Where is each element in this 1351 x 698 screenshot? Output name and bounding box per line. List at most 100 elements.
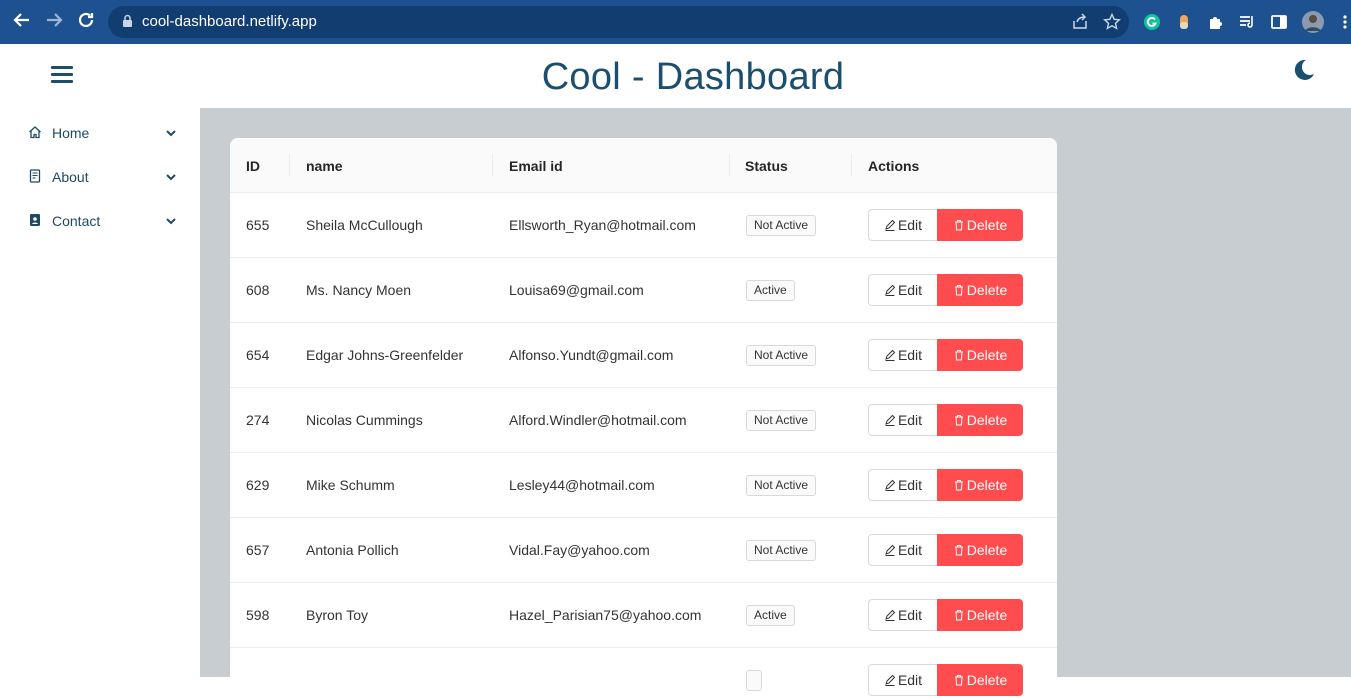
sidebar-item-about[interactable]: About xyxy=(0,154,200,198)
table-row: 629 Mike Schumm Lesley44@hotmail.com Not Ac… xyxy=(230,453,1057,518)
delete-label: Delete xyxy=(966,542,1008,558)
pencil-icon xyxy=(885,674,896,686)
chevron-down-icon xyxy=(165,214,177,226)
row-name: Mike Schumm xyxy=(306,477,395,493)
delete-button[interactable]: Delete xyxy=(937,599,1023,631)
sidebar-item-label: Contact xyxy=(52,213,101,229)
sidebar-item-contact[interactable]: Contact xyxy=(0,198,200,242)
pencil-icon xyxy=(885,609,896,621)
page-title: Cool - Dashboard xyxy=(541,56,845,98)
row-email: Alford.Windler@hotmail.com xyxy=(509,412,687,428)
browser-menu-icon[interactable] xyxy=(1335,12,1351,32)
edit-button[interactable]: Edit xyxy=(868,664,938,696)
row-id: 657 xyxy=(246,542,270,558)
delete-label: Delete xyxy=(966,672,1008,688)
status-badge: Active xyxy=(746,605,795,626)
row-id: 598 xyxy=(246,607,270,623)
delete-button[interactable]: Delete xyxy=(937,209,1023,241)
media-queue-icon[interactable] xyxy=(1237,12,1257,32)
column-divider xyxy=(729,154,730,176)
pencil-icon xyxy=(885,544,896,556)
row-name: Ms. Nancy Moen xyxy=(306,282,412,298)
profile-avatar[interactable] xyxy=(1302,11,1324,33)
table-row: 657 Antonia Pollich Vidal.Fay@yahoo.com Not… xyxy=(230,518,1057,583)
delete-button[interactable]: Delete xyxy=(937,534,1023,566)
trash-icon xyxy=(954,610,963,621)
status-badge: Not Active xyxy=(746,345,817,366)
status-badge: Not Active xyxy=(746,215,817,236)
row-email: Hazel_Parisian75@yahoo.com xyxy=(509,607,702,623)
trash-icon xyxy=(954,285,963,296)
delete-button[interactable]: Delete xyxy=(937,469,1023,501)
table-row: 274 Nicolas Cummings Alford.Windler@hotmai… xyxy=(230,388,1057,453)
column-header-name[interactable]: name xyxy=(306,158,343,174)
sidebar: Home About Contact xyxy=(0,108,200,677)
edit-button[interactable]: Edit xyxy=(868,469,938,501)
back-icon[interactable] xyxy=(12,10,32,36)
bookmark-star-icon[interactable] xyxy=(1102,12,1122,36)
browser-toolbar: cool-dashboard.netlify.app xyxy=(0,0,1351,44)
row-name: Sheila McCullough xyxy=(306,217,423,233)
delete-label: Delete xyxy=(966,347,1008,363)
edit-label: Edit xyxy=(897,282,923,298)
sidebar-item-home[interactable]: Home xyxy=(0,110,200,154)
pencil-icon xyxy=(885,349,896,361)
column-header-actions: Actions xyxy=(868,158,920,174)
row-name: Edgar Johns-Greenfelder xyxy=(306,347,464,363)
edit-label: Edit xyxy=(897,217,923,233)
grammarly-icon[interactable] xyxy=(1142,12,1162,32)
column-header-email[interactable]: Email id xyxy=(509,158,563,174)
edit-button[interactable]: Edit xyxy=(868,209,938,241)
share-icon[interactable] xyxy=(1071,13,1089,36)
edit-button[interactable]: Edit xyxy=(868,339,938,371)
delete-label: Delete xyxy=(966,607,1008,623)
edit-label: Edit xyxy=(897,477,923,493)
reload-icon[interactable] xyxy=(76,10,96,36)
chevron-down-icon xyxy=(165,170,177,182)
extension-capsule-icon[interactable] xyxy=(1174,12,1194,32)
table-row: Edit Delete xyxy=(230,648,1057,698)
row-id: 629 xyxy=(246,477,270,493)
edit-button[interactable]: Edit xyxy=(868,599,938,631)
status-badge: Active xyxy=(746,280,795,301)
delete-label: Delete xyxy=(966,282,1008,298)
edit-button[interactable]: Edit xyxy=(868,404,938,436)
status-badge xyxy=(746,670,762,691)
delete-button[interactable]: Delete xyxy=(937,404,1023,436)
table-row: 655 Sheila McCullough Ellsworth_Ryan@hotma… xyxy=(230,193,1057,258)
table-header: ID name Email id Status Actions xyxy=(230,138,1057,193)
column-divider xyxy=(492,154,493,176)
address-bar[interactable]: cool-dashboard.netlify.app xyxy=(108,6,1129,38)
side-panel-icon[interactable] xyxy=(1269,12,1289,32)
puzzle-extensions-icon[interactable] xyxy=(1206,12,1226,32)
trash-icon xyxy=(954,480,963,491)
row-email: Louisa69@gmail.com xyxy=(509,282,644,298)
column-divider xyxy=(289,154,290,176)
row-email: Lesley44@hotmail.com xyxy=(509,477,655,493)
home-icon xyxy=(28,125,42,139)
column-header-status[interactable]: Status xyxy=(745,158,788,174)
pencil-icon xyxy=(885,414,896,426)
edit-button[interactable]: Edit xyxy=(868,534,938,566)
row-id: 655 xyxy=(246,217,270,233)
table-row: 608 Ms. Nancy Moen Louisa69@gmail.com Activ… xyxy=(230,258,1057,323)
delete-label: Delete xyxy=(966,412,1008,428)
contact-icon xyxy=(28,213,42,227)
row-name: Byron Toy xyxy=(306,607,368,623)
trash-icon xyxy=(954,220,963,231)
edit-label: Edit xyxy=(897,607,923,623)
pencil-icon xyxy=(885,219,896,231)
pencil-icon xyxy=(885,284,896,296)
delete-button[interactable]: Delete xyxy=(937,339,1023,371)
sidebar-item-label: About xyxy=(52,169,89,185)
sidebar-item-label: Home xyxy=(52,125,90,141)
forward-icon[interactable] xyxy=(44,10,64,36)
delete-button[interactable]: Delete xyxy=(937,274,1023,306)
dark-mode-moon-icon[interactable] xyxy=(1290,57,1318,85)
row-id: 274 xyxy=(246,412,270,428)
pencil-icon xyxy=(885,479,896,491)
delete-label: Delete xyxy=(966,217,1008,233)
delete-button[interactable]: Delete xyxy=(937,664,1023,696)
column-header-id[interactable]: ID xyxy=(246,158,260,174)
edit-button[interactable]: Edit xyxy=(868,274,938,306)
